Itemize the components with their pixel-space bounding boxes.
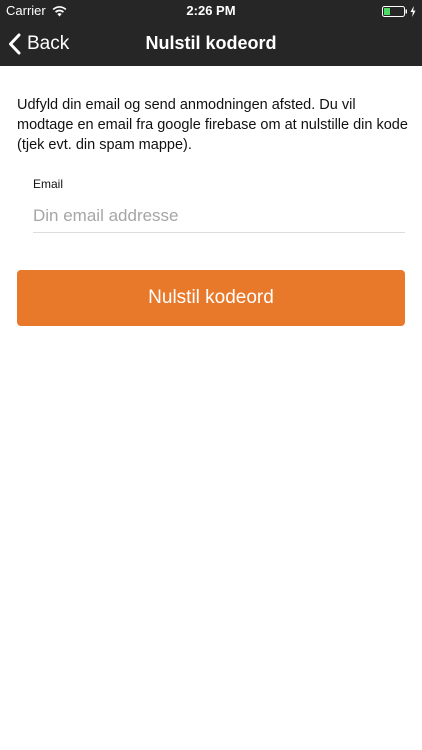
instructions-text: Udfyld din email og send anmodningen afs… xyxy=(17,97,408,153)
status-time: 2:26 PM xyxy=(186,3,236,18)
charging-bolt-icon xyxy=(410,5,416,17)
top-bar: Carrier 2:26 PM Back Nulstil kodeord xyxy=(0,0,422,66)
email-field[interactable] xyxy=(33,200,405,233)
battery-icon xyxy=(382,5,408,17)
email-label: Email xyxy=(33,177,64,191)
status-right xyxy=(382,5,416,17)
reset-password-button[interactable]: Nulstil kodeord xyxy=(17,270,405,326)
status-bar: Carrier 2:26 PM xyxy=(0,0,422,22)
navigation-bar: Back Nulstil kodeord xyxy=(0,22,422,66)
page-title: Nulstil kodeord xyxy=(145,33,277,53)
